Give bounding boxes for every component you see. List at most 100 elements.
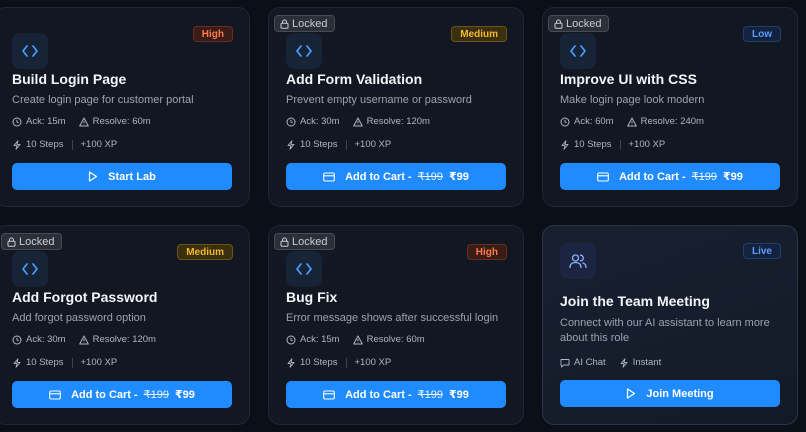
card-description: Connect with our AI assistant to learn m… xyxy=(560,317,770,344)
xp-reward: +100 XP xyxy=(80,357,118,368)
divider xyxy=(71,139,73,150)
timing-row: Ack: 15m Resolve: 60m xyxy=(12,116,151,127)
code-icon xyxy=(12,251,48,287)
card-title: Add Forgot Password xyxy=(12,289,158,305)
clock-icon xyxy=(12,117,22,126)
lock-icon xyxy=(554,19,563,29)
locked-badge: Locked xyxy=(548,15,610,32)
timing-row: Ack: 15m Resolve: 60m xyxy=(286,334,425,345)
reward-row: 10 Steps +100 XP xyxy=(286,357,391,368)
add-to-cart-button[interactable]: Add to Cart - ₹199 ₹99 xyxy=(560,163,780,190)
steps-count: 10 Steps xyxy=(574,139,612,150)
timing-row: Ack: 60m Resolve: 240m xyxy=(560,116,704,127)
locked-label: Locked xyxy=(292,235,328,248)
lab-card-build-login-page[interactable]: High Build Login Page Create login page … xyxy=(0,7,250,207)
clock-icon xyxy=(286,335,296,344)
sale-price: ₹99 xyxy=(449,389,469,401)
locked-badge: Locked xyxy=(274,15,336,32)
warning-icon xyxy=(352,335,363,344)
lock-icon xyxy=(280,237,289,247)
button-label: Add to Cart - xyxy=(71,388,138,401)
chat-icon xyxy=(560,358,570,367)
instant-label: Instant xyxy=(632,357,662,368)
original-price: ₹199 xyxy=(143,389,170,401)
button-label: Join Meeting xyxy=(646,387,714,400)
divider xyxy=(345,357,347,368)
resolve-time: Resolve: 240m xyxy=(640,116,704,127)
divider xyxy=(345,139,347,150)
difficulty-badge: High xyxy=(192,26,233,42)
add-to-cart-button[interactable]: Add to Cart - ₹199 ₹99 xyxy=(286,163,506,190)
divider xyxy=(619,139,621,150)
reward-row: 10 Steps +100 XP xyxy=(560,139,665,150)
warning-icon xyxy=(352,117,363,126)
locked-label: Locked xyxy=(292,17,328,30)
resolve-time: Resolve: 120m xyxy=(92,334,156,345)
xp-reward: +100 XP xyxy=(354,357,392,368)
live-badge: Live xyxy=(742,243,781,259)
ack-time: Ack: 30m xyxy=(300,116,340,127)
bolt-icon xyxy=(13,357,21,368)
team-meeting-card[interactable]: Live Join the Team Meeting Connect with … xyxy=(542,225,798,425)
start-lab-button[interactable]: Start Lab xyxy=(12,163,232,190)
add-to-cart-button[interactable]: Add to Cart - ₹199 ₹99 xyxy=(286,381,506,408)
meeting-meta-row: AI Chat Instant xyxy=(560,357,661,368)
divider xyxy=(71,357,73,368)
original-price: ₹199 xyxy=(417,171,444,183)
bolt-icon xyxy=(561,139,569,150)
difficulty-badge: High xyxy=(466,244,507,260)
bolt-icon xyxy=(287,357,295,368)
steps-count: 10 Steps xyxy=(26,357,64,368)
original-price: ₹199 xyxy=(691,171,718,183)
lab-card-add-forgot-password[interactable]: Locked Medium Add Forgot Password Add fo… xyxy=(0,225,250,425)
button-label: Add to Cart - xyxy=(345,388,412,401)
add-to-cart-button[interactable]: Add to Cart - ₹199 ₹99 xyxy=(12,381,232,408)
card-icon xyxy=(323,389,335,400)
card-description: Error message shows after successful log… xyxy=(286,312,499,324)
steps-count: 10 Steps xyxy=(300,139,338,150)
locked-label: Locked xyxy=(566,17,602,30)
lab-card-improve-ui-with-css[interactable]: Locked Low Improve UI with CSS Make logi… xyxy=(542,7,798,207)
users-icon xyxy=(560,243,596,279)
card-title: Build Login Page xyxy=(12,71,127,87)
card-description: Create login page for customer portal xyxy=(12,94,194,106)
sale-price: ₹99 xyxy=(175,389,195,401)
resolve-time: Resolve: 60m xyxy=(92,116,151,127)
timing-row: Ack: 30m Resolve: 120m xyxy=(286,116,430,127)
button-label: Start Lab xyxy=(108,170,156,183)
card-description: Add forgot password option xyxy=(12,312,146,324)
difficulty-badge: Medium xyxy=(177,244,233,260)
reward-row: 10 Steps +100 XP xyxy=(286,139,391,150)
button-label: Add to Cart - xyxy=(619,170,686,183)
original-price: ₹199 xyxy=(417,389,444,401)
locked-badge: Locked xyxy=(1,233,63,250)
steps-count: 10 Steps xyxy=(26,139,64,150)
difficulty-badge: Low xyxy=(743,26,781,42)
bolt-icon xyxy=(287,139,295,150)
join-meeting-button[interactable]: Join Meeting xyxy=(560,380,780,407)
play-icon xyxy=(89,171,98,182)
steps-count: 10 Steps xyxy=(300,357,338,368)
clock-icon xyxy=(560,117,570,126)
locked-badge: Locked xyxy=(274,233,336,250)
lock-icon xyxy=(7,237,16,247)
button-label: Add to Cart - xyxy=(345,170,412,183)
card-title: Improve UI with CSS xyxy=(560,71,697,87)
xp-reward: +100 XP xyxy=(628,139,666,150)
code-icon xyxy=(286,251,322,287)
code-icon xyxy=(560,33,596,69)
bolt-icon xyxy=(620,357,628,368)
card-icon xyxy=(597,171,609,182)
timing-row: Ack: 30m Resolve: 120m xyxy=(12,334,156,345)
play-icon xyxy=(627,388,636,399)
lab-card-bug-fix[interactable]: Locked High Bug Fix Error message shows … xyxy=(268,225,524,425)
ai-chat-label: AI Chat xyxy=(574,357,606,368)
card-icon xyxy=(323,171,335,182)
code-icon xyxy=(12,33,48,69)
xp-reward: +100 XP xyxy=(80,139,118,150)
card-icon xyxy=(49,389,61,400)
warning-icon xyxy=(78,117,89,126)
sale-price: ₹99 xyxy=(449,171,469,183)
lab-card-add-form-validation[interactable]: Locked Medium Add Form Validation Preven… xyxy=(268,7,524,207)
ack-time: Ack: 15m xyxy=(300,334,340,345)
